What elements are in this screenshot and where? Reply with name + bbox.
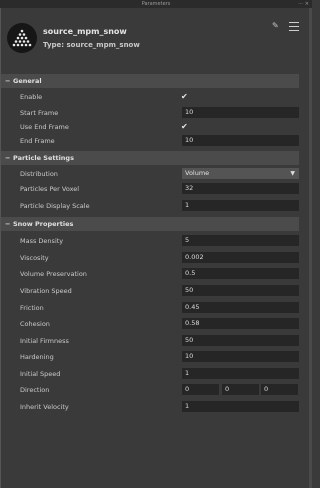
end-frame-field[interactable]: 10 [182,135,299,146]
param-inherit-velocity: Inherit Velocity 1 [0,401,310,413]
param-initial-firmness: Initial Firmness 50 [0,335,310,347]
param-label: Hardening [20,353,54,361]
param-particles-per-voxel: Particles Per Voxel 32 [0,183,310,195]
use-end-frame-checkbox[interactable]: ✔ [181,121,188,133]
param-particle-display-scale: Particle Display Scale 1 [0,200,310,212]
start-frame-field[interactable]: 10 [182,107,299,118]
node-type: Type: source_mpm_snow [43,41,140,49]
distribution-dropdown[interactable]: Volume ▼ [182,168,299,179]
param-initial-speed: Initial Speed 1 [0,368,310,380]
param-mass-density: Mass Density 5 [0,235,310,247]
param-label: Volume Preservation [20,270,87,278]
viscosity-field[interactable]: 0.002 [182,252,299,263]
direction-y-field[interactable]: 0 [222,384,259,395]
dropdown-value: Volume [185,169,210,177]
param-label: Vibration Speed [20,287,72,295]
mass-density-field[interactable]: 5 [182,235,299,246]
section-title: Particle Settings [13,154,74,162]
param-label: Initial Firmness [20,337,69,345]
param-distribution: Distribution Volume ▼ [0,168,310,180]
param-label: Viscosity [20,254,49,262]
initial-firmness-field[interactable]: 50 [182,335,299,346]
collapse-icon[interactable]: − [5,151,13,165]
direction-x-field[interactable]: 0 [182,384,219,395]
vibration-speed-field[interactable]: 50 [182,285,299,296]
particle-display-scale-field[interactable]: 1 [182,200,299,211]
param-label: Inherit Velocity [20,403,69,411]
param-direction: Direction 0 0 0 [0,384,310,396]
collapse-icon[interactable]: − [5,74,13,88]
section-title: Snow Properties [13,220,74,228]
param-label: Cohesion [20,320,50,328]
window-controls[interactable]: ⋯ × [298,0,309,8]
scrollbar[interactable] [309,8,312,488]
param-label: Initial Speed [20,370,61,378]
param-label: Enable [20,93,43,101]
param-end-frame: End Frame 10 [0,135,310,147]
pin-icon[interactable]: ✎ [272,21,279,30]
param-label: Use End Frame [20,123,69,131]
volume-preservation-field[interactable]: 0.5 [182,268,299,279]
initial-speed-field[interactable]: 1 [182,368,299,379]
collapse-icon[interactable]: − [5,217,13,231]
window-title: Parameters [141,1,171,7]
param-hardening: Hardening 10 [0,351,310,363]
section-general[interactable]: − General [1,74,299,88]
node-name: source_mpm_snow [43,27,127,36]
param-label: Particles Per Voxel [20,185,80,193]
param-label: Friction [20,304,44,312]
param-use-end-frame: Use End Frame ✔ [0,121,310,133]
hardening-field[interactable]: 10 [182,351,299,362]
param-enable: Enable ✔ [0,91,310,103]
particles-per-voxel-field[interactable]: 32 [182,183,299,194]
node-header: ✎ [0,8,310,70]
param-start-frame: Start Frame 10 [0,107,310,119]
friction-field[interactable]: 0.45 [182,302,299,313]
param-label: Particle Display Scale [20,202,90,210]
hamburger-menu-icon[interactable] [289,22,299,31]
param-viscosity: Viscosity 0.002 [0,252,310,264]
section-title: General [13,77,42,85]
param-label: Distribution [20,170,58,178]
inherit-velocity-field[interactable]: 1 [182,401,299,412]
enable-checkbox[interactable]: ✔ [181,91,188,103]
param-label: End Frame [20,137,55,145]
window-titlebar: Parameters ⋯ × [0,0,312,8]
direction-z-field[interactable]: 0 [261,384,298,395]
param-friction: Friction 0.45 [0,302,310,314]
param-label: Direction [20,386,50,394]
snow-node-icon [7,23,37,53]
param-label: Mass Density [20,237,64,245]
param-label: Start Frame [20,109,59,117]
section-snow-properties[interactable]: − Snow Properties [1,217,299,231]
cohesion-field[interactable]: 0.58 [182,318,299,329]
section-particle-settings[interactable]: − Particle Settings [1,151,299,165]
param-volume-preservation: Volume Preservation 0.5 [0,268,310,280]
param-cohesion: Cohesion 0.58 [0,318,310,330]
chevron-down-icon: ▼ [290,170,295,177]
param-vibration-speed: Vibration Speed 50 [0,285,310,297]
